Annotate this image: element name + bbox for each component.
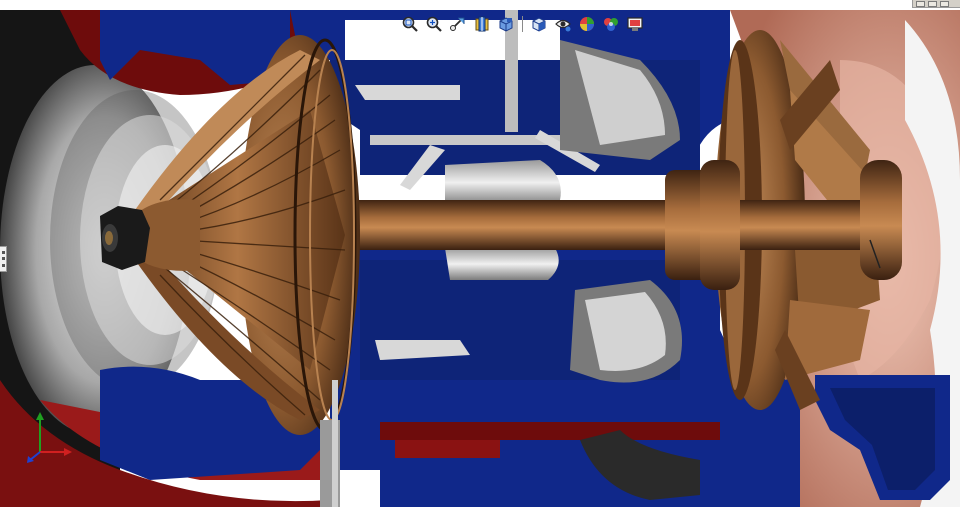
zoom-to-fit-icon bbox=[402, 16, 418, 32]
graphics-area[interactable] bbox=[0, 0, 960, 507]
section-view-icon bbox=[475, 16, 489, 32]
zoom-to-area-button[interactable] bbox=[424, 14, 444, 34]
apply-scene-button[interactable] bbox=[601, 14, 621, 34]
view-settings-icon bbox=[627, 17, 643, 31]
zoom-to-fit-button[interactable] bbox=[400, 14, 420, 34]
close-window-button[interactable] bbox=[940, 1, 949, 7]
display-style-icon bbox=[532, 17, 546, 32]
view-orientation-icon bbox=[499, 17, 513, 32]
apply-scene-icon bbox=[604, 18, 618, 31]
edit-appearance-icon bbox=[580, 17, 594, 31]
view-orientation-button[interactable] bbox=[496, 14, 516, 34]
edit-appearance-button[interactable] bbox=[577, 14, 597, 34]
previous-view-button[interactable] bbox=[448, 14, 468, 34]
toolbar-separator bbox=[522, 16, 523, 32]
turbocharger-section-view[interactable] bbox=[0, 0, 960, 507]
triad-z-axis bbox=[29, 451, 41, 461]
display-style-button[interactable] bbox=[529, 14, 549, 34]
previous-view-icon bbox=[450, 17, 465, 31]
restore-window-button[interactable] bbox=[928, 1, 937, 7]
heads-up-view-toolbar bbox=[396, 12, 649, 36]
feature-manager-expand-handle[interactable] bbox=[0, 246, 7, 272]
hide-show-items-button[interactable] bbox=[553, 14, 573, 34]
view-settings-button[interactable] bbox=[625, 14, 645, 34]
window-controls[interactable] bbox=[912, 0, 960, 8]
section-view-button[interactable] bbox=[472, 14, 492, 34]
minimize-window-button[interactable] bbox=[916, 1, 925, 7]
hide-show-items-icon bbox=[555, 19, 571, 32]
zoom-to-area-icon bbox=[426, 16, 442, 32]
reference-triad bbox=[27, 412, 72, 463]
